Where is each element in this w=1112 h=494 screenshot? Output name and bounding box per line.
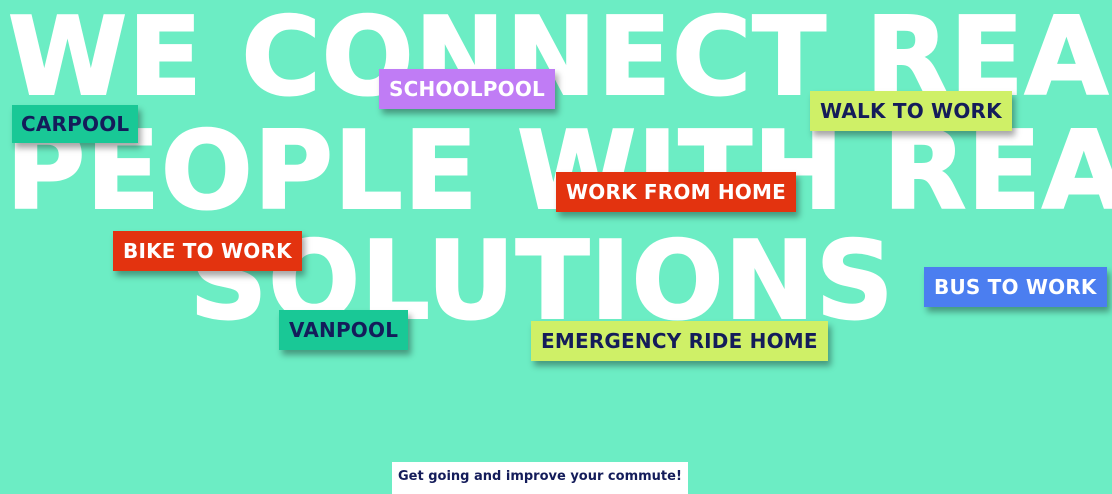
bus-to-work-tag[interactable]: BUS TO WORK [924, 267, 1107, 307]
hero-section: WE CONNECT REAL PEOPLE WITH REAL SOLUTIO… [0, 0, 1112, 494]
emergency-ride-home-tag[interactable]: EMERGENCY RIDE HOME [531, 321, 828, 361]
carpool-tag[interactable]: CARPOOL [12, 105, 139, 143]
vanpool-tag[interactable]: VANPOOL [279, 310, 409, 350]
schoolpool-tag[interactable]: SCHOOLPOOL [379, 69, 555, 109]
work-from-home-tag[interactable]: WORK FROM HOME [556, 172, 796, 212]
cta-button[interactable]: Get going and improve your commute! [392, 462, 688, 494]
bike-to-work-tag[interactable]: BIKE TO WORK [113, 231, 302, 271]
walk-to-work-tag[interactable]: WALK TO WORK [810, 91, 1012, 131]
